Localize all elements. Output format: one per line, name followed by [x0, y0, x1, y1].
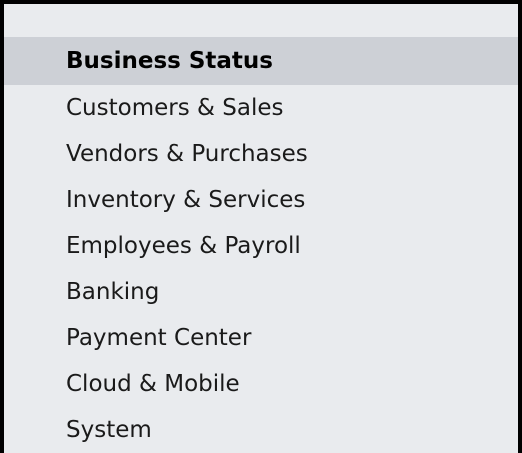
nav-item-payment-center[interactable]: Payment Center — [4, 315, 518, 361]
nav-item-customers-sales[interactable]: Customers & Sales — [4, 85, 518, 131]
navigation-list: Business Status Customers & Sales Vendor… — [4, 37, 518, 453]
nav-item-system[interactable]: System — [4, 407, 518, 453]
nav-item-business-status[interactable]: Business Status — [4, 37, 518, 85]
nav-item-vendors-purchases[interactable]: Vendors & Purchases — [4, 131, 518, 177]
navigation-panel: Business Status Customers & Sales Vendor… — [0, 0, 522, 453]
nav-item-cloud-mobile[interactable]: Cloud & Mobile — [4, 361, 518, 407]
nav-item-employees-payroll[interactable]: Employees & Payroll — [4, 223, 518, 269]
nav-item-inventory-services[interactable]: Inventory & Services — [4, 177, 518, 223]
nav-item-banking[interactable]: Banking — [4, 269, 518, 315]
